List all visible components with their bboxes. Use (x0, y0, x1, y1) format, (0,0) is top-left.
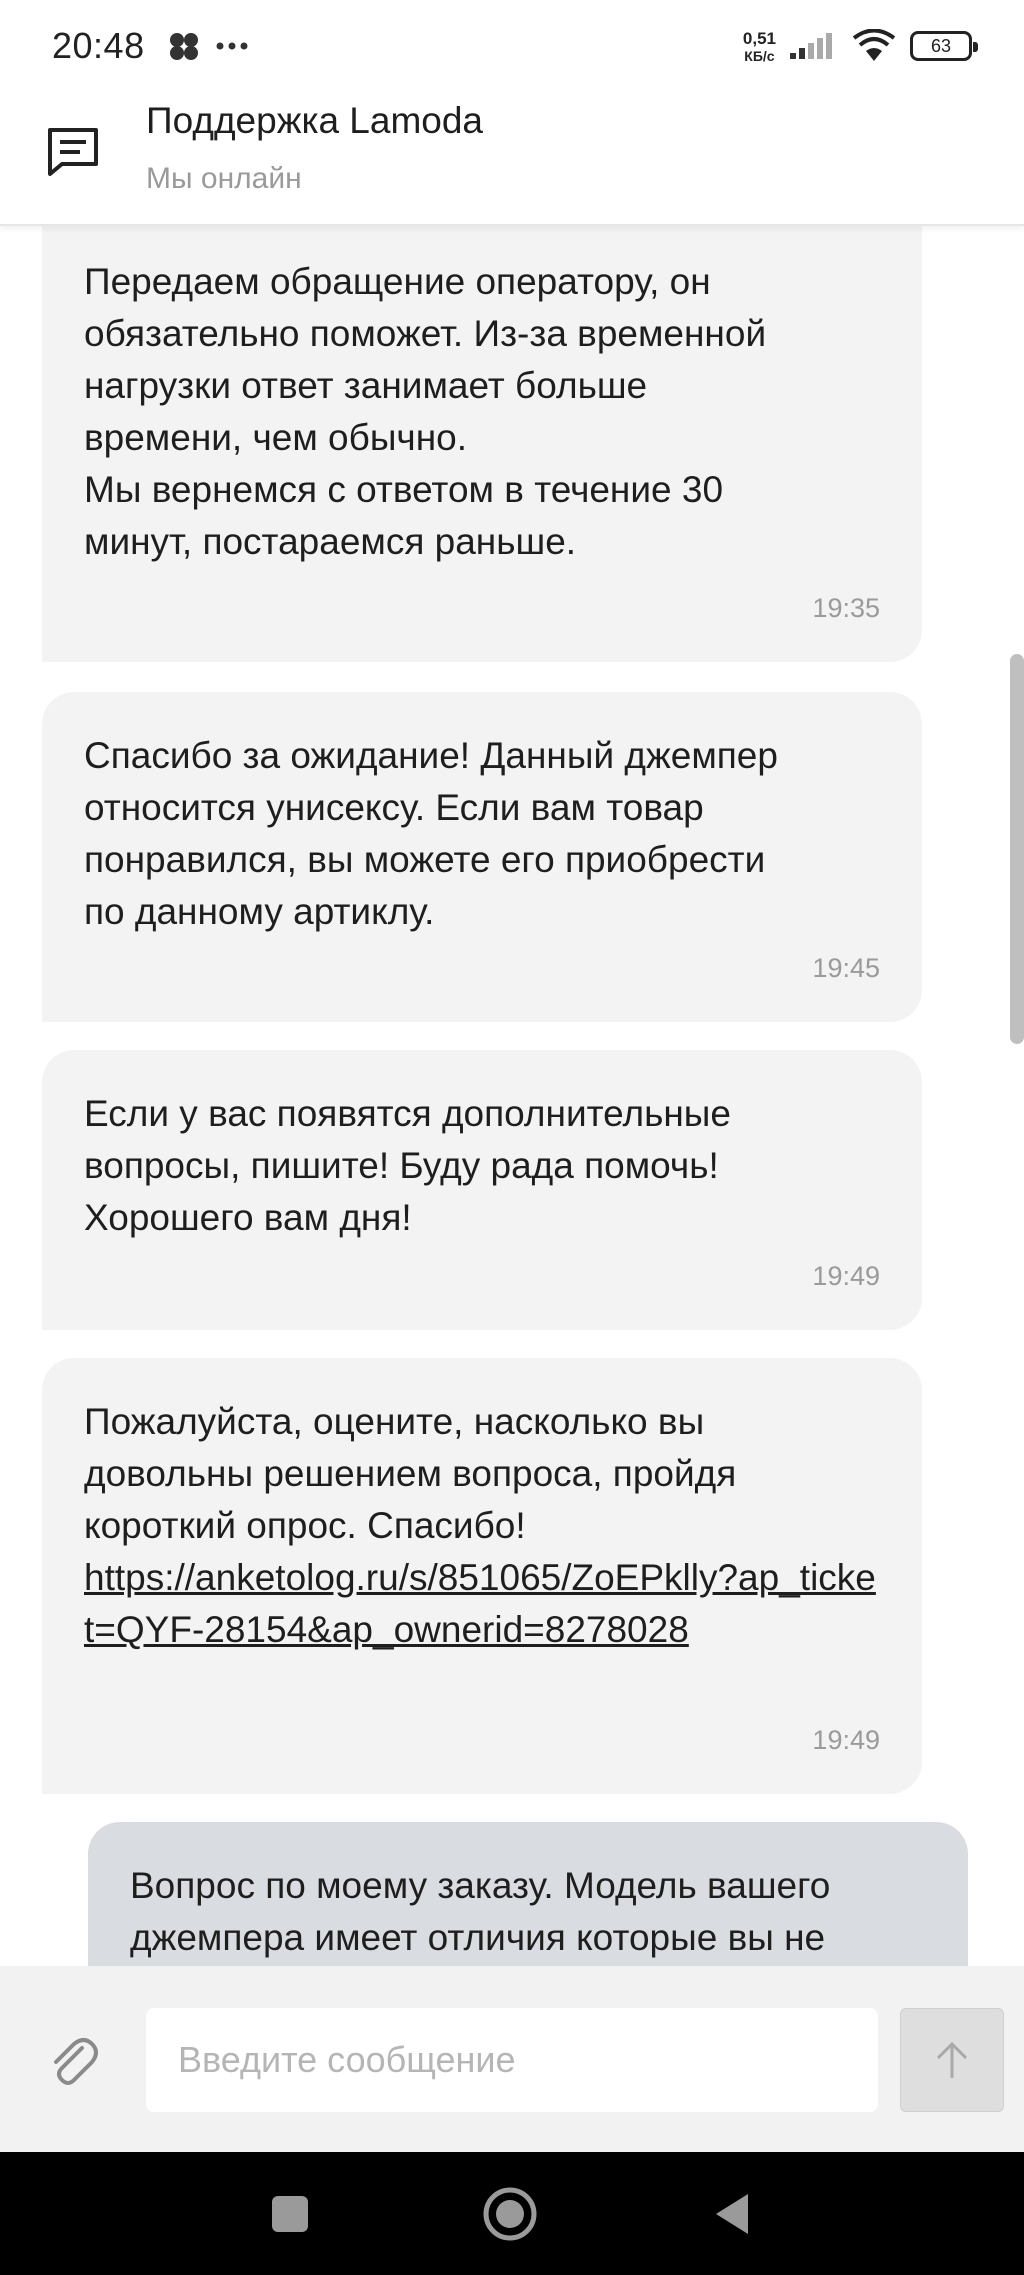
battery-indicator: 63 (910, 31, 978, 61)
message-list[interactable]: Передаем обращение оператору, он обязате… (0, 226, 1024, 1966)
chat-bubble-icon[interactable] (42, 120, 104, 182)
network-speed-value: 0,51 (742, 28, 776, 48)
circle-icon (483, 2187, 537, 2241)
app-cluster-icon (169, 33, 198, 60)
message-input[interactable] (146, 2008, 878, 2112)
signal-icon (790, 33, 832, 59)
recent-apps-button[interactable] (258, 2182, 322, 2246)
battery-level: 63 (930, 35, 952, 56)
message-text: Спасибо за ожидание! Данный джемпер отно… (84, 735, 778, 932)
back-button[interactable] (700, 2182, 764, 2246)
more-dots-icon (216, 42, 248, 50)
message-text: Пожалуйста, оцените, насколько вы доволь… (84, 1401, 737, 1546)
arrow-up-icon (936, 2041, 968, 2078)
message-time: 19:45 (812, 953, 880, 983)
message-bubble-incoming: Передаем обращение оператору, он обязате… (42, 226, 922, 662)
message-bubble-incoming: Спасибо за ожидание! Данный джемпер отно… (42, 692, 922, 1022)
message-text: Вопрос по моему заказу. Модель вашего дж… (130, 1865, 831, 1958)
message-composer (0, 1966, 1024, 2152)
chat-title: Поддержка Lamoda (146, 100, 484, 141)
message-text: Передаем обращение оператору, он обязате… (84, 261, 767, 562)
home-button[interactable] (478, 2182, 542, 2246)
message-time: 19:49 (812, 1261, 880, 1291)
scrollbar[interactable] (1010, 654, 1024, 1044)
message-bubble-incoming: Пожалуйста, оцените, насколько вы доволь… (42, 1358, 922, 1794)
message-text: Если у вас появятся дополнительные вопро… (84, 1093, 731, 1238)
status-indicators: 0,51 КБ/с 63 (743, 29, 978, 63)
chat-header: Поддержка Lamoda Мы онлайн (0, 92, 1024, 226)
survey-link[interactable]: https://anketolog.ru/s/851065/ZoEPklly?a… (84, 1552, 880, 1656)
message-time: 19:49 (812, 1725, 880, 1755)
message-bubble-incoming: Если у вас появятся дополнительные вопро… (42, 1050, 922, 1330)
triangle-back-icon (716, 2194, 748, 2234)
wifi-icon (852, 29, 896, 61)
network-speed: 0,51 КБ/с (743, 30, 776, 63)
app-screen: 20:48 0,51 КБ/с 63 Поддержка Lamoda Мы о… (0, 0, 1024, 2275)
network-speed-unit: КБ/с (744, 47, 775, 64)
online-status: Мы онлайн (146, 162, 302, 195)
send-button[interactable] (900, 2008, 1004, 2112)
square-icon (272, 2196, 308, 2232)
status-bar: 20:48 0,51 КБ/с 63 (0, 0, 1024, 92)
notification-icons (167, 31, 249, 61)
paperclip-icon[interactable] (42, 2030, 102, 2090)
system-navigation-bar (0, 2152, 1024, 2275)
status-time: 20:48 (52, 25, 145, 66)
message-time: 19:35 (812, 593, 880, 623)
message-bubble-outgoing: Вопрос по моему заказу. Модель вашего дж… (88, 1822, 968, 1966)
